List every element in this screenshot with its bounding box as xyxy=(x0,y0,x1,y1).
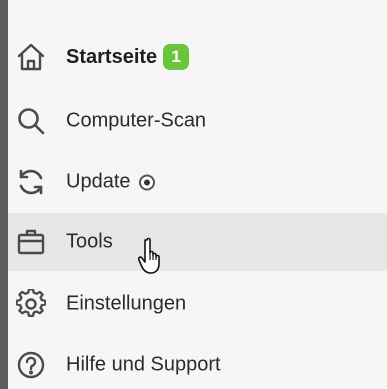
toolbox-icon xyxy=(16,227,46,257)
sidebar-edge xyxy=(0,0,8,389)
update-status-indicator xyxy=(138,174,155,190)
sidebar-nav: Startseite 1 Computer-Scan Update Tools … xyxy=(8,0,387,389)
nav-item-hilfe-und-support[interactable]: Hilfe und Support xyxy=(8,336,387,389)
notification-badge: 1 xyxy=(163,44,190,70)
nav-item-computer-scan[interactable]: Computer-Scan xyxy=(8,92,387,150)
search-icon xyxy=(16,106,46,136)
nav-item-einstellungen[interactable]: Einstellungen xyxy=(8,275,387,333)
refresh-icon xyxy=(16,167,46,197)
startseite-label: Startseite xyxy=(66,45,158,68)
nav-item-label: Hilfe und Support xyxy=(66,353,221,376)
help-icon xyxy=(16,350,46,380)
nav-item-update[interactable]: Update xyxy=(8,153,387,211)
nav-item-startseite[interactable]: Startseite 1 xyxy=(8,28,387,86)
nav-item-label: Update xyxy=(66,171,155,194)
nav-item-label: Tools xyxy=(66,230,113,253)
nav-item-label: Startseite 1 xyxy=(66,44,190,70)
gear-icon xyxy=(16,289,46,319)
home-icon xyxy=(16,42,46,72)
nav-item-label: Computer-Scan xyxy=(66,109,207,132)
update-label: Update xyxy=(66,170,131,193)
nav-item-label: Einstellungen xyxy=(66,292,187,315)
nav-item-tools[interactable]: Tools xyxy=(8,213,387,271)
